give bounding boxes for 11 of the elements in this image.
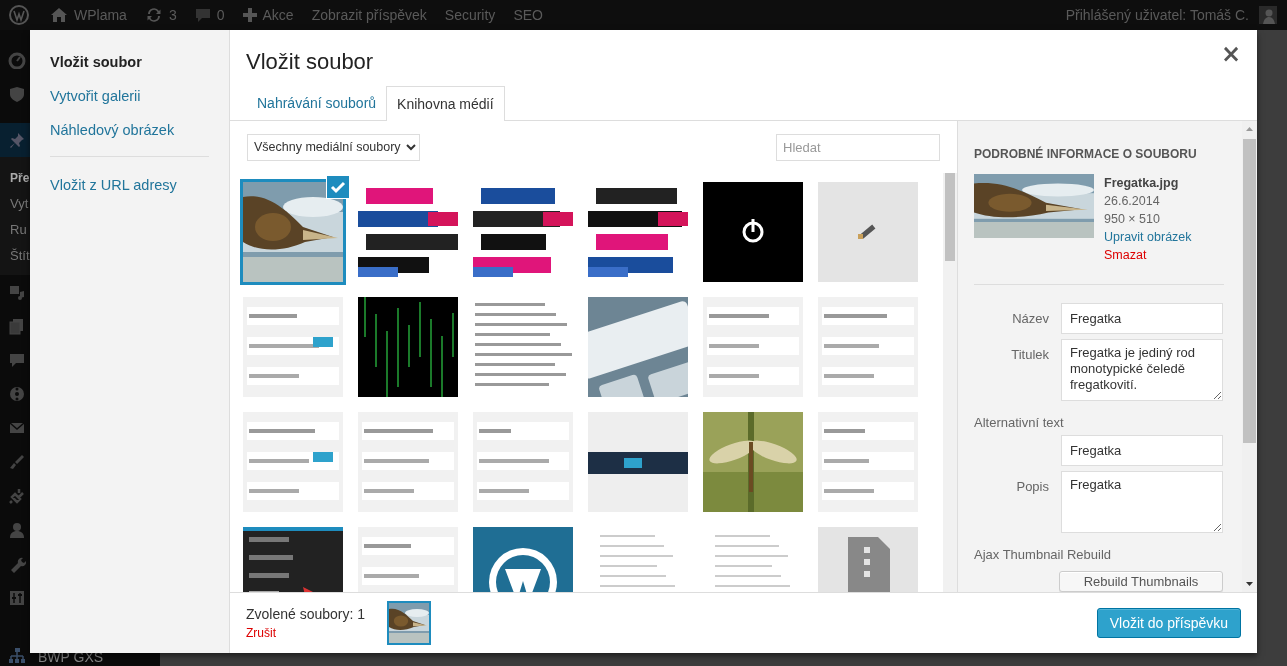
field-label: Titulek [1010,346,1049,362]
selection-count: Zvolené soubory: 1 [246,606,366,622]
plugin-label: Ajax Thumbnail Rebuild [974,547,1112,562]
section-heading: PODROBNÉ INFORMACE O SOUBORU [974,147,1198,161]
field-label: Popis [1015,478,1049,494]
field-label: Název [1011,310,1049,326]
modal-title: Vložit soubor [246,48,374,76]
file-name: Fregatka.jpg [1104,175,1180,192]
file-dimensions: 950 × 510 [1104,211,1161,228]
field-label: Alternativní text [974,414,1065,430]
file-date: 26.6.2014 [1104,193,1161,210]
